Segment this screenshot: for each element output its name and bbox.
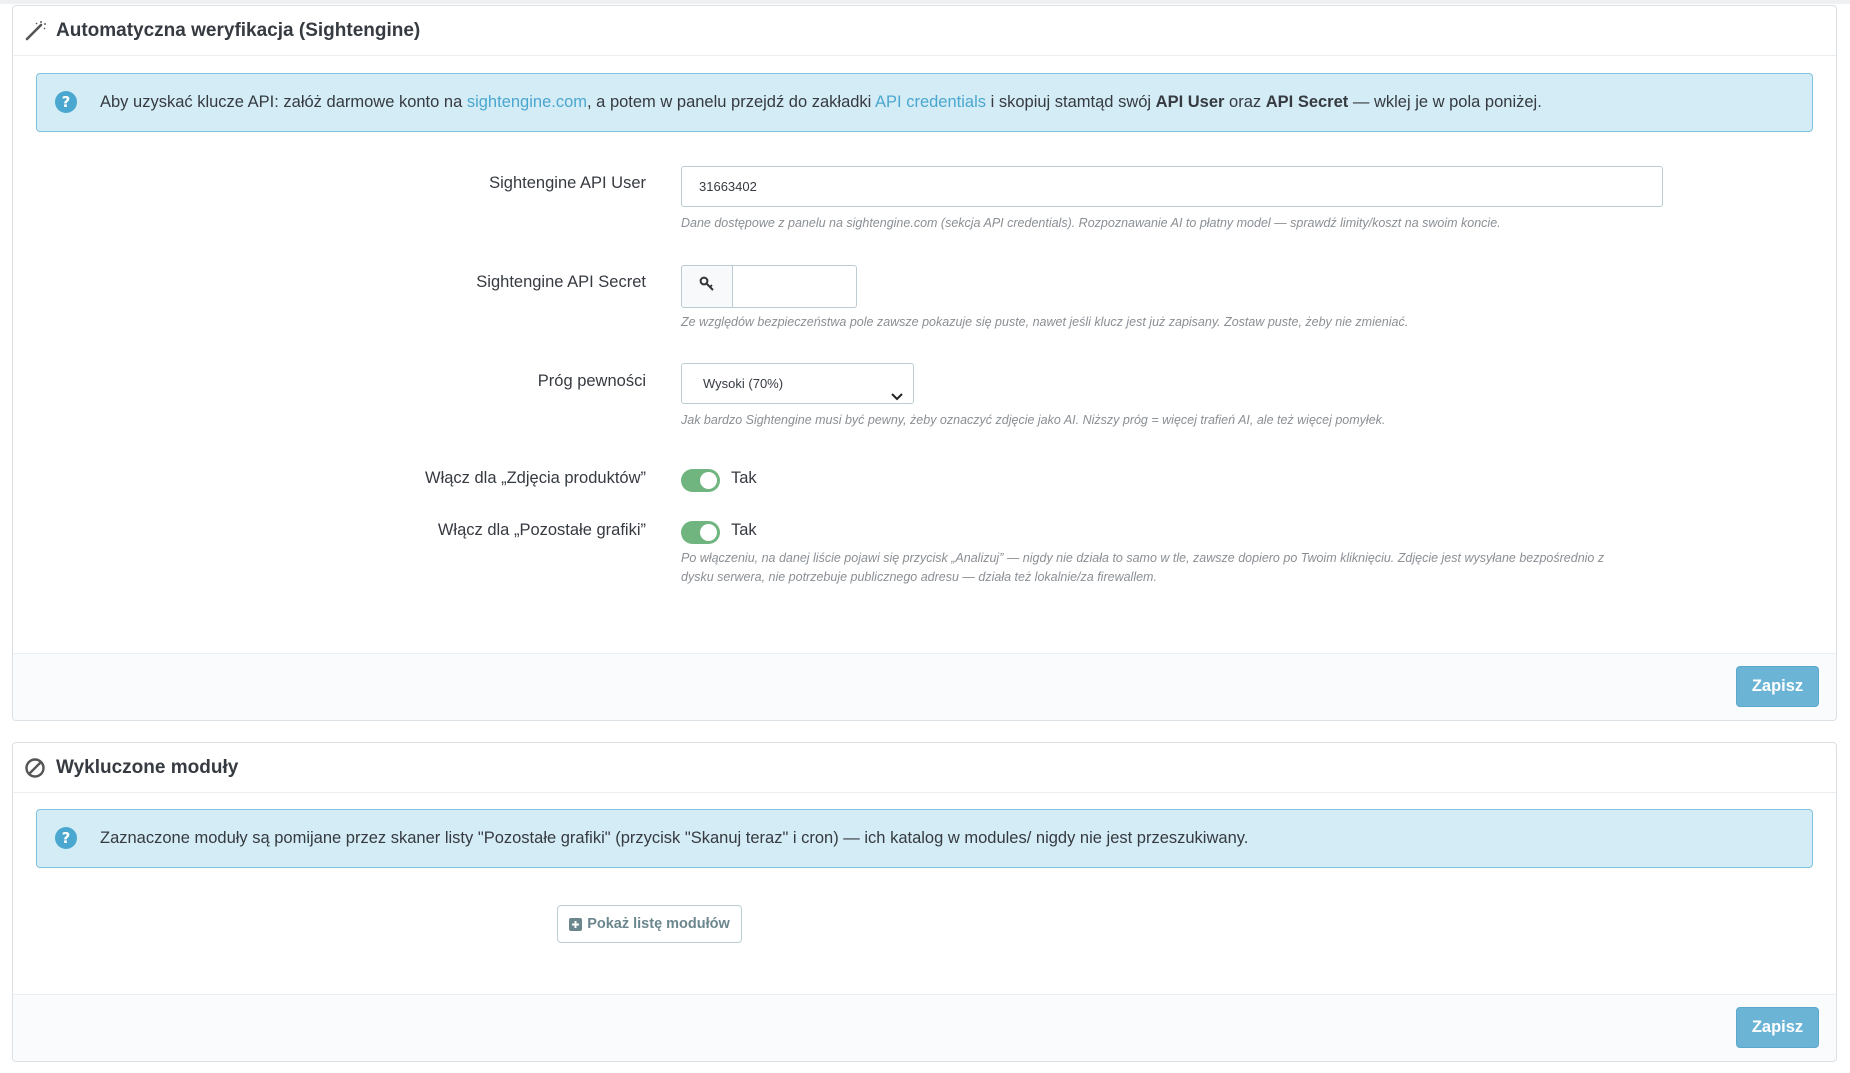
api-secret-label: Sightengine API Secret: [476, 273, 646, 291]
info-alert: ? Aby uzyskać klucze API: załóż darmowe …: [36, 73, 1813, 132]
key-addon: [681, 265, 733, 308]
svg-text:?: ?: [62, 93, 71, 111]
toggle-other-switch[interactable]: [681, 521, 720, 544]
plus-square-icon: [569, 917, 583, 931]
ban-icon: [24, 757, 46, 779]
panel-heading: Wykluczone moduły: [13, 743, 1836, 793]
key-icon: [699, 276, 715, 297]
toggle-products-switch[interactable]: [681, 469, 720, 492]
show-modules-button[interactable]: Pokaż listę modułów: [557, 905, 742, 943]
sightengine-link[interactable]: sightengine.com: [467, 93, 587, 111]
magic-wand-icon: [24, 20, 46, 42]
toggle-other-help-2: dysku serwera, nie potrzebuje publiczneg…: [681, 570, 1157, 584]
panel-title: Automatyczna weryfikacja (Sightengine): [56, 19, 421, 41]
api-user-help: Dane dostępowe z panelu na sightengine.c…: [681, 216, 1501, 230]
info-alert: ? Zaznaczone moduły są pomijane przez sk…: [36, 809, 1813, 868]
panel-footer: Zapisz: [13, 653, 1836, 720]
api-secret-help: Ze względów bezpieczeństwa pole zawsze p…: [681, 315, 1409, 329]
threshold-help: Jak bardzo Sightengine musi być pewny, ż…: [681, 413, 1386, 427]
api-secret-input[interactable]: [732, 265, 857, 308]
toggle-products-label: Włącz dla „Zdjęcia produktów”: [425, 469, 646, 487]
alert-text: Aby uzyskać klucze API: załóż darmowe ko…: [100, 93, 1542, 111]
toggle-products-state: Tak: [731, 469, 757, 487]
sightengine-panel: Automatyczna weryfikacja (Sightengine) ?…: [12, 5, 1837, 721]
question-circle-icon: ?: [54, 90, 78, 119]
toggle-other-label: Włącz dla „Pozostałe grafiki”: [437, 521, 646, 539]
api-credentials-link[interactable]: API credentials: [875, 93, 986, 111]
panel-title: Wykluczone moduły: [56, 756, 239, 778]
threshold-value: Wysoki (70%): [703, 376, 784, 391]
toggle-other-state: Tak: [731, 521, 757, 539]
save-button[interactable]: Zapisz: [1736, 666, 1819, 707]
api-user-input[interactable]: 31663402: [681, 166, 1663, 207]
threshold-select[interactable]: Wysoki (70%): [681, 363, 914, 404]
svg-text:?: ?: [62, 829, 71, 847]
alert-text: Zaznaczone moduły są pomijane przez skan…: [100, 829, 1249, 847]
switch-knob: [700, 472, 717, 489]
show-modules-label: Pokaż listę modułów: [587, 916, 730, 932]
excluded-modules-panel: Wykluczone moduły ? Zaznaczone moduły są…: [12, 742, 1837, 1062]
api-user-label: Sightengine API User: [489, 174, 646, 192]
toggle-other-help-1: Po włączeniu, na danej liście pojawi się…: [681, 551, 1605, 565]
top-border: [0, 0, 1850, 4]
panel-heading: Automatyczna weryfikacja (Sightengine): [13, 6, 1836, 56]
threshold-label: Próg pewności: [537, 372, 646, 390]
panel-footer: Zapisz: [13, 994, 1836, 1061]
switch-knob: [700, 524, 717, 541]
save-button[interactable]: Zapisz: [1736, 1007, 1819, 1048]
question-circle-icon: ?: [54, 826, 78, 855]
